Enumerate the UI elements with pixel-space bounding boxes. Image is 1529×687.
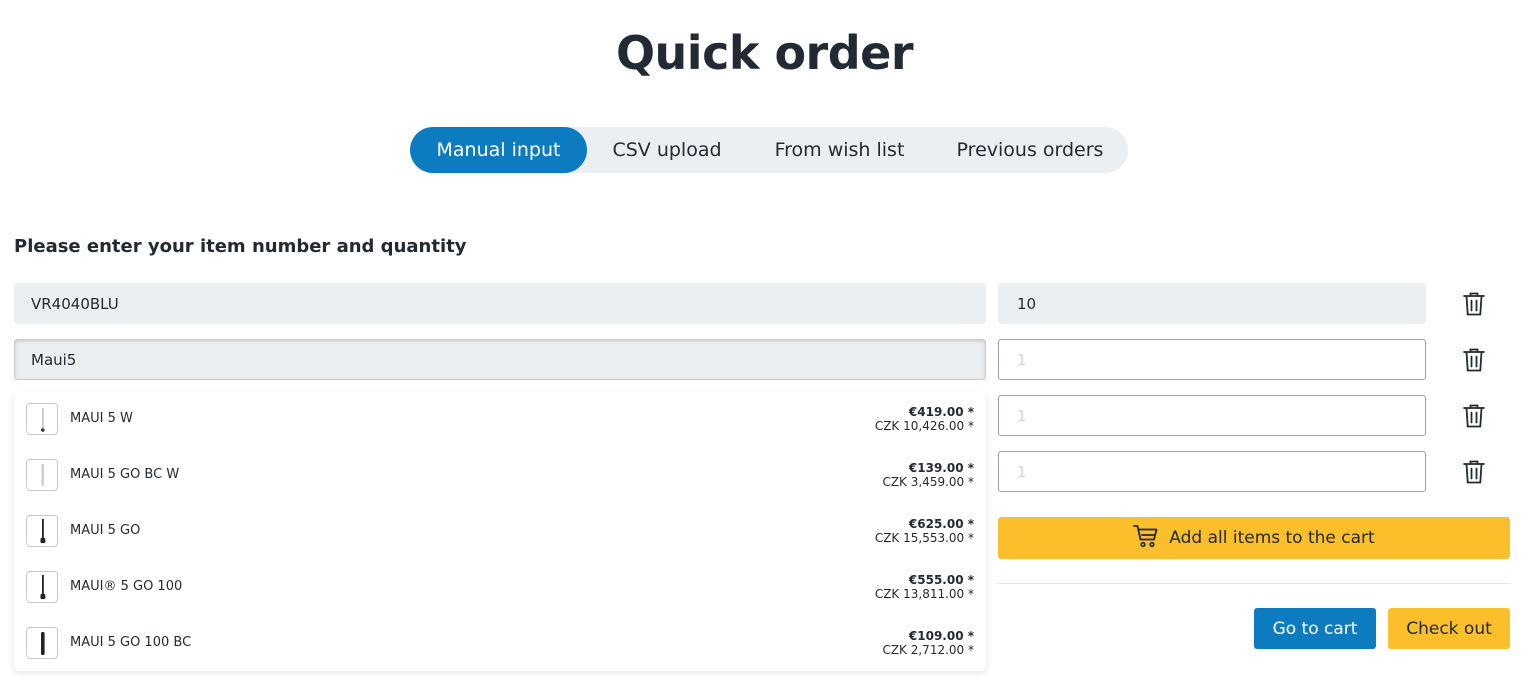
suggestion-name: MAUI 5 GO 100 BC (70, 635, 192, 650)
product-thumbnail (26, 627, 58, 659)
suggestion-price: €625.00 * CZK 15,553.00 * (875, 517, 974, 545)
cart-icon (1133, 524, 1169, 553)
quick-order-tabs: Manual input CSV upload From wish list P… (410, 127, 1128, 173)
price-czk: CZK 2,712.00 * (882, 643, 974, 657)
quantity-input[interactable] (998, 451, 1426, 492)
suggestion-name: MAUI® 5 GO 100 (70, 579, 183, 594)
suggestion-name: MAUI 5 GO BC W (70, 467, 180, 482)
suggestion-item[interactable]: MAUI 5 W €419.00 * CZK 10,426.00 * (14, 391, 986, 447)
product-thumbnail (26, 571, 58, 603)
item-number-input[interactable] (14, 339, 986, 380)
tab-previous-orders[interactable]: Previous orders (932, 127, 1128, 173)
add-all-to-cart-button[interactable]: Add all items to the cart (998, 517, 1510, 559)
price-czk: CZK 13,811.00 * (874, 587, 974, 601)
suggestion-name: MAUI 5 GO (70, 523, 141, 538)
suggestion-price: €555.00 * CZK 13,811.00 * (875, 573, 974, 601)
price-eur: €419.00 * (908, 405, 974, 419)
price-czk: CZK 10,426.00 * (874, 419, 974, 433)
suggestion-item[interactable]: MAUI® 5 GO 100 €555.00 * CZK 13,811.00 * (14, 559, 986, 615)
tab-csv-upload[interactable]: CSV upload (587, 127, 747, 173)
add-all-label: Add all items to the cart (1169, 528, 1375, 548)
page-title: Quick order (615, 26, 914, 80)
trash-icon[interactable] (1462, 347, 1486, 373)
price-czk: CZK 15,553.00 * (874, 531, 974, 545)
item-number-input[interactable] (14, 283, 986, 324)
tab-from-wish-list[interactable]: From wish list (747, 127, 932, 173)
autocomplete-dropdown: MAUI 5 W €419.00 * CZK 10,426.00 * MAUI … (14, 391, 986, 671)
quantity-input[interactable] (998, 283, 1426, 324)
price-eur: €555.00 * (908, 573, 974, 587)
product-thumbnail (26, 459, 58, 491)
quantity-input[interactable] (998, 339, 1426, 380)
quantity-input[interactable] (998, 395, 1426, 436)
price-eur: €139.00 * (908, 461, 974, 475)
suggestion-item[interactable]: MAUI 5 GO BC W €139.00 * CZK 3,459.00 * (14, 447, 986, 503)
tab-manual-input[interactable]: Manual input (410, 127, 587, 173)
divider (998, 583, 1510, 584)
go-to-cart-button[interactable]: Go to cart (1254, 608, 1376, 649)
checkout-button[interactable]: Check out (1388, 608, 1510, 649)
suggestion-name: MAUI 5 W (70, 411, 133, 426)
price-czk: CZK 3,459.00 * (882, 475, 974, 487)
suggestion-item[interactable]: MAUI 5 GO €625.00 * CZK 15,553.00 * (14, 503, 986, 559)
trash-icon[interactable] (1462, 403, 1486, 429)
suggestion-price: €419.00 * CZK 10,426.00 * (875, 405, 974, 433)
price-eur: €625.00 * (908, 517, 974, 531)
product-thumbnail (26, 515, 58, 547)
product-thumbnail (26, 403, 58, 435)
form-instruction: Please enter your item number and quanti… (14, 236, 467, 257)
trash-icon[interactable] (1462, 291, 1486, 317)
suggestion-price: €139.00 * CZK 3,459.00 * (882, 461, 974, 487)
price-eur: €109.00 * (908, 629, 974, 643)
suggestion-item[interactable]: MAUI 5 GO 100 BC €109.00 * CZK 2,712.00 … (14, 615, 986, 671)
suggestion-price: €109.00 * CZK 2,712.00 * (882, 629, 974, 657)
trash-icon[interactable] (1462, 459, 1486, 485)
